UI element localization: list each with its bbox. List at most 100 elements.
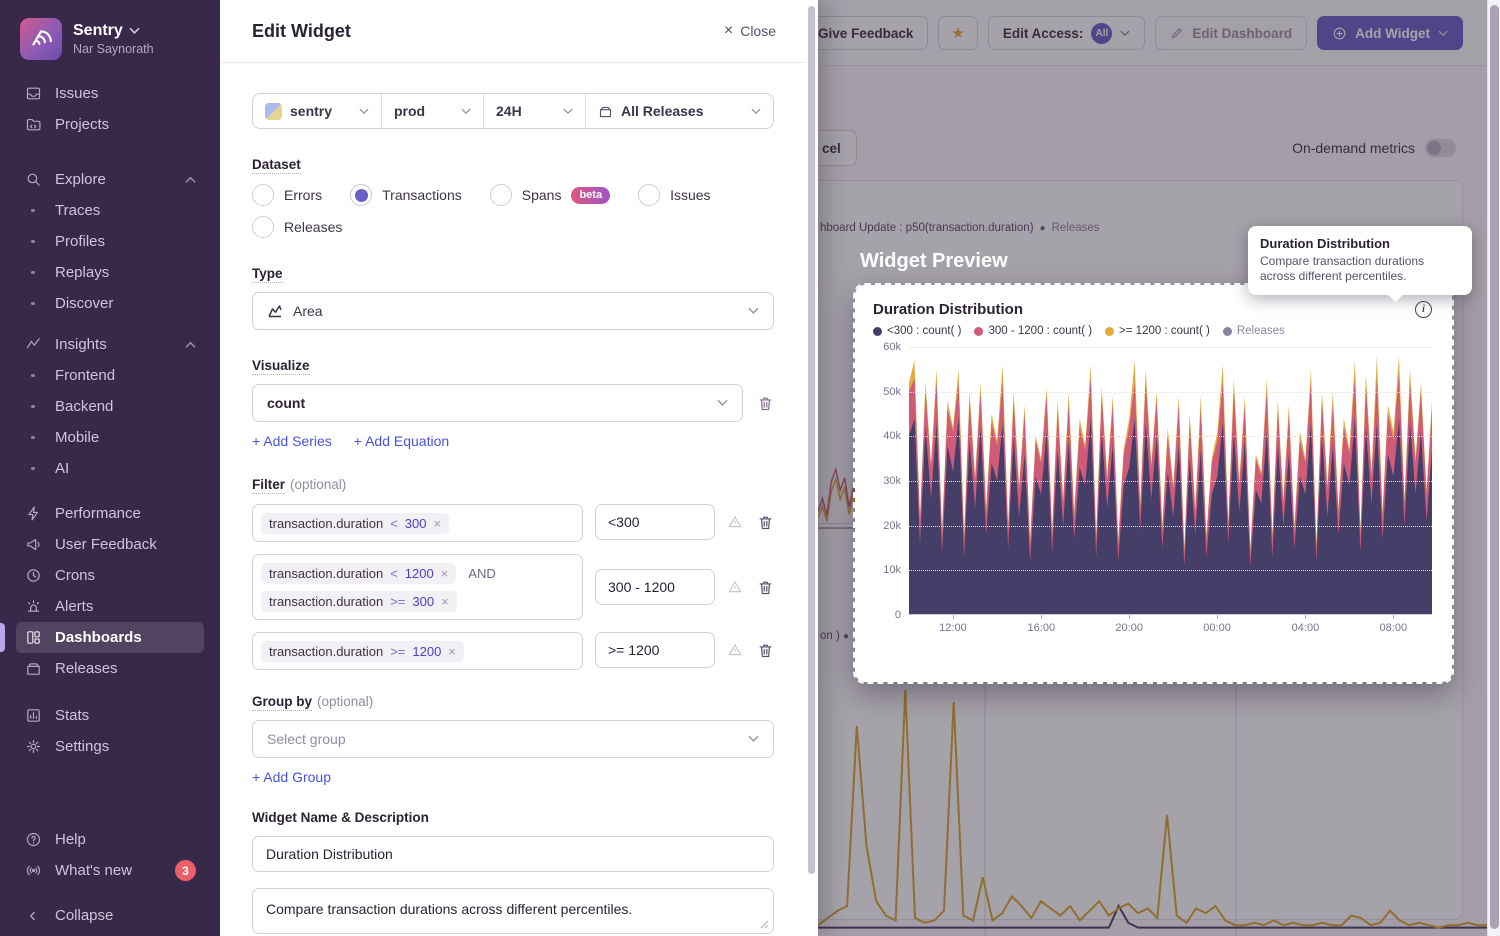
sidebar-item-releases[interactable]: Releases bbox=[16, 653, 204, 684]
dataset-option-transactions[interactable]: Transactions bbox=[350, 184, 462, 206]
token-remove-icon[interactable]: × bbox=[448, 644, 456, 659]
legend-alias-input[interactable] bbox=[595, 569, 715, 605]
time-range-selector[interactable]: 24H bbox=[483, 94, 585, 128]
sidebar-item-crons[interactable]: Crons bbox=[16, 560, 204, 591]
sidebar-item-label: Replays bbox=[55, 264, 109, 281]
filter-row: transaction.duration<1200×ANDtransaction… bbox=[252, 554, 774, 620]
filter-token[interactable]: transaction.duration<300× bbox=[261, 513, 449, 534]
legend-item[interactable]: 300 - 1200 : count( ) bbox=[974, 325, 1092, 337]
sidebar-item-mobile[interactable]: Mobile bbox=[16, 422, 204, 453]
group-by-optional-label: (optional) bbox=[317, 694, 373, 709]
bullet-icon bbox=[24, 367, 42, 385]
sentry-logo-icon bbox=[20, 18, 62, 60]
sidebar-item-projects[interactable]: Projects bbox=[16, 109, 204, 140]
sidebar-item-replays[interactable]: Replays bbox=[16, 257, 204, 288]
widget-preview-title: Widget Preview bbox=[860, 250, 1008, 273]
performance-bolt-icon bbox=[24, 505, 42, 523]
group-by-section: Group by(optional) Select group + Add Gr… bbox=[252, 693, 774, 785]
environment-selector[interactable]: prod bbox=[381, 94, 483, 128]
token-value: 1200 bbox=[405, 566, 434, 581]
bullet-icon bbox=[24, 264, 42, 282]
drawer-scrollbar-thumb[interactable] bbox=[808, 6, 815, 874]
legend-item[interactable]: <300 : count( ) bbox=[873, 325, 961, 337]
token-remove-icon[interactable]: × bbox=[441, 566, 449, 581]
filter-search-input[interactable]: transaction.duration>=1200× bbox=[252, 632, 583, 670]
sidebar-item-issues[interactable]: Issues bbox=[16, 78, 204, 109]
filter-search-input[interactable]: transaction.duration<300× bbox=[252, 504, 583, 542]
project-selector[interactable]: sentry bbox=[253, 94, 381, 128]
sidebar-item-explore[interactable]: Explore bbox=[16, 164, 204, 195]
legend-item[interactable]: >= 1200 : count( ) bbox=[1105, 325, 1210, 337]
drawer-scrollbar[interactable] bbox=[806, 0, 818, 936]
sidebar-item-alerts[interactable]: Alerts bbox=[16, 591, 204, 622]
token-remove-icon[interactable]: × bbox=[433, 516, 441, 531]
sidebar-item-insights[interactable]: Insights bbox=[16, 329, 204, 360]
filter-row: transaction.duration>=1200× bbox=[252, 632, 774, 670]
legend-label: Releases bbox=[1237, 325, 1285, 337]
sidebar-item-label: Projects bbox=[55, 116, 109, 133]
legend-alias-input[interactable] bbox=[595, 632, 715, 668]
sidebar-item-ai[interactable]: AI bbox=[16, 453, 204, 484]
area-chart-icon bbox=[267, 303, 283, 319]
widget-description-textarea[interactable]: Compare transaction durations across dif… bbox=[252, 888, 774, 934]
sidebar-item-backend[interactable]: Backend bbox=[16, 391, 204, 422]
dataset-option-releases[interactable]: Releases bbox=[252, 216, 342, 238]
dataset-option-spans[interactable]: Spansbeta bbox=[490, 184, 610, 206]
legend-alias-input[interactable] bbox=[595, 504, 715, 540]
filter-token[interactable]: transaction.duration<1200× bbox=[261, 563, 456, 584]
sidebar-item-label: What's new bbox=[55, 862, 132, 879]
sidebar-item-stats[interactable]: Stats bbox=[16, 700, 204, 731]
chart-legend: <300 : count( ) 300 - 1200 : count( ) >= 1… bbox=[873, 325, 1432, 337]
sidebar-item-performance[interactable]: Performance bbox=[16, 498, 204, 529]
releases-selector[interactable]: All Releases bbox=[585, 94, 773, 128]
resize-grip-icon[interactable] bbox=[760, 920, 769, 929]
filter-search-input[interactable]: transaction.duration<1200×ANDtransaction… bbox=[252, 554, 583, 620]
group-by-select[interactable]: Select group bbox=[252, 720, 774, 758]
sidebar-item-user-feedback[interactable]: User Feedback bbox=[16, 529, 204, 560]
org-switcher[interactable]: Sentry Nar Saynorath bbox=[0, 0, 220, 74]
sidebar-item-help[interactable]: Help bbox=[16, 824, 204, 855]
visualize-section: Visualize count + Add Series + Add Equat… bbox=[252, 357, 774, 449]
sidebar-item-profiles[interactable]: Profiles bbox=[16, 226, 204, 257]
dataset-option-issues[interactable]: Issues bbox=[638, 184, 710, 206]
token-remove-icon[interactable]: × bbox=[441, 594, 449, 609]
filter-token[interactable]: transaction.duration>=1200× bbox=[261, 641, 464, 662]
add-group-link[interactable]: + Add Group bbox=[252, 769, 331, 785]
visualize-field[interactable]: count bbox=[252, 384, 743, 422]
info-icon[interactable]: i bbox=[1415, 301, 1432, 318]
add-series-link[interactable]: + Add Series bbox=[252, 433, 332, 449]
delete-filter-button[interactable] bbox=[757, 579, 774, 596]
legend-item[interactable]: Releases bbox=[1223, 325, 1285, 337]
x-tick-label: 04:00 bbox=[1292, 622, 1320, 634]
window-scrollbar[interactable] bbox=[1487, 0, 1500, 936]
name-description-section: Widget Name & Description Compare transa… bbox=[252, 809, 774, 936]
x-tick-label: 08:00 bbox=[1380, 622, 1408, 634]
token-key: transaction.duration bbox=[269, 644, 383, 659]
close-button[interactable]: × Close bbox=[724, 23, 776, 39]
delete-filter-button[interactable] bbox=[757, 514, 774, 531]
add-equation-link[interactable]: + Add Equation bbox=[354, 433, 449, 449]
python-project-icon bbox=[265, 103, 282, 120]
broadcast-icon bbox=[24, 862, 42, 880]
sidebar-item-what-s-new[interactable]: What's new3 bbox=[16, 855, 204, 886]
dashboard-background: Give Feedback ★ Edit Access: All Edit Da… bbox=[818, 0, 1500, 936]
sidebar-item-discover[interactable]: Discover bbox=[16, 288, 204, 319]
sidebar-item-dashboards[interactable]: Dashboards bbox=[16, 622, 204, 653]
collapse-button[interactable]: Collapse bbox=[16, 900, 204, 931]
window-scrollbar-thumb[interactable] bbox=[1490, 5, 1499, 929]
sidebar: Sentry Nar Saynorath Issues Projects Explo… bbox=[0, 0, 220, 936]
sidebar-item-frontend[interactable]: Frontend bbox=[16, 360, 204, 391]
legend-label: 300 - 1200 : count( ) bbox=[988, 325, 1092, 337]
type-select[interactable]: Area bbox=[252, 292, 774, 330]
token-key: transaction.duration bbox=[269, 594, 383, 609]
token-value: 300 bbox=[405, 516, 427, 531]
bullet-icon bbox=[24, 460, 42, 478]
filter-token[interactable]: transaction.duration>=300× bbox=[261, 591, 457, 612]
delete-visualize-button[interactable] bbox=[757, 395, 774, 412]
sidebar-item-settings[interactable]: Settings bbox=[16, 731, 204, 762]
widget-preview-card[interactable]: Duration Distribution i <300 : count( )3… bbox=[855, 285, 1452, 682]
sidebar-item-traces[interactable]: Traces bbox=[16, 195, 204, 226]
delete-filter-button[interactable] bbox=[757, 642, 774, 659]
dataset-option-errors[interactable]: Errors bbox=[252, 184, 322, 206]
widget-name-input[interactable] bbox=[252, 836, 774, 872]
